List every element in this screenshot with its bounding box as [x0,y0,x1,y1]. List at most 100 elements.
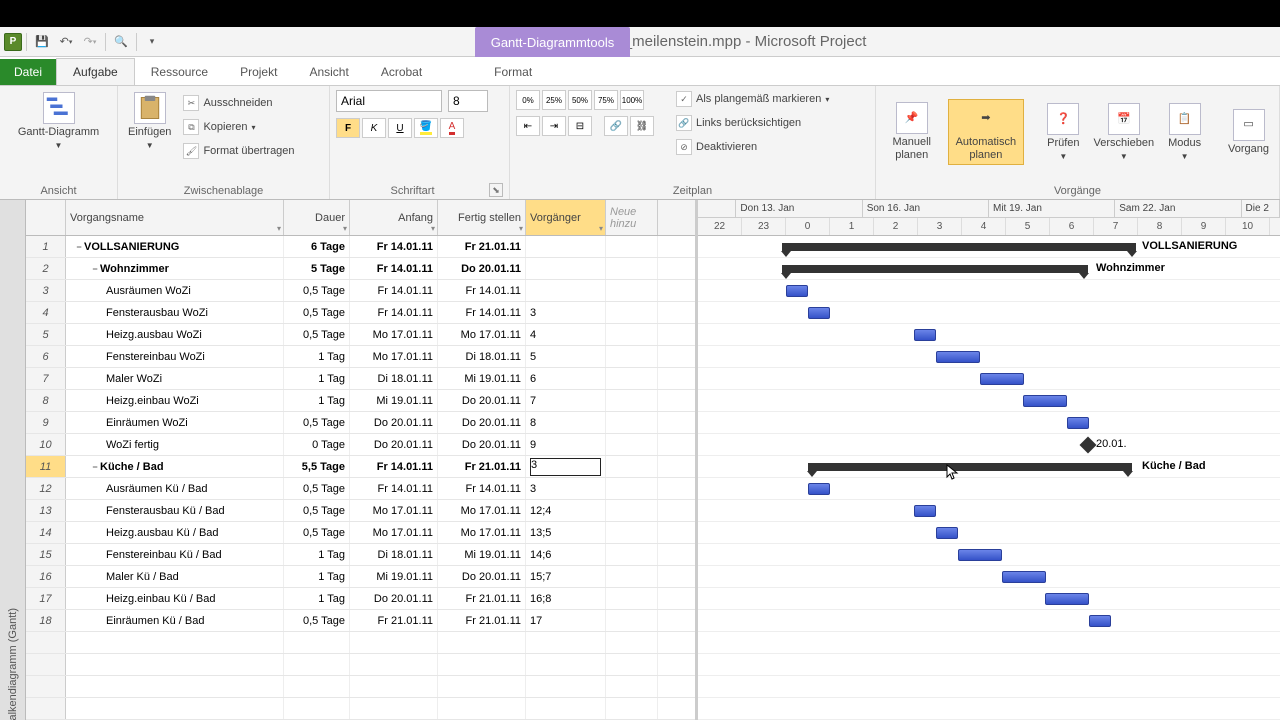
cell-name[interactable]: Heizg.einbau WoZi [66,390,284,411]
cell-dauer[interactable]: 5,5 Tage [284,456,350,477]
table-row[interactable]: 12 Ausräumen Kü / Bad0,5 TageFr 14.01.11… [26,478,695,500]
cut-button[interactable]: ✂Ausschneiden [181,94,296,112]
cell-name[interactable]: Heizg.ausbau WoZi [66,324,284,345]
tab-format[interactable]: Format [478,59,548,85]
cell-fertig[interactable]: Do 20.01.11 [438,412,526,433]
cell-anfang[interactable]: Fr 14.01.11 [350,258,438,279]
gantt-row[interactable]: 20.01. [698,434,1280,456]
task-bar[interactable] [914,505,936,517]
mode-button[interactable]: 📋Modus▼ [1164,101,1205,163]
cell-predecessor[interactable] [526,698,606,719]
cell-name[interactable]: Fensterausbau Kü / Bad [66,500,284,521]
cell-add-new[interactable] [606,522,658,543]
cell-name[interactable]: Heizg.einbau Kü / Bad [66,588,284,609]
cell-predecessor[interactable]: 16;8 [526,588,606,609]
table-row[interactable]: 18 Einräumen Kü / Bad0,5 TageFr 21.01.11… [26,610,695,632]
cell-dauer[interactable] [284,676,350,697]
gantt-row[interactable]: Wohnzimmer [698,258,1280,280]
row-number[interactable]: 1 [26,236,66,257]
cell-predecessor[interactable] [526,654,606,675]
cell-dauer[interactable] [284,654,350,675]
respect-links-button[interactable]: 🔗Links berücksichtigen [674,114,831,132]
print-preview-icon[interactable]: 🔍 [110,31,132,53]
cell-predecessor[interactable]: 17 [526,610,606,631]
table-row[interactable]: 3 Ausräumen WoZi0,5 TageFr 14.01.11Fr 14… [26,280,695,302]
cell-dauer[interactable]: 1 Tag [284,566,350,587]
cell-predecessor[interactable]: 14;6 [526,544,606,565]
cell-anfang[interactable]: Fr 14.01.11 [350,302,438,323]
row-number[interactable]: 16 [26,566,66,587]
cell-anfang[interactable]: Fr 21.01.11 [350,610,438,631]
cell-dauer[interactable]: 0,5 Tage [284,324,350,345]
col-predecessor[interactable]: Vorgänger▾ [526,200,606,235]
paste-button[interactable]: Einfügen ▼ [124,90,175,152]
outdent-button[interactable]: ⇤ [516,116,540,136]
cell-fertig[interactable] [438,654,526,675]
cell-predecessor[interactable]: 13;5 [526,522,606,543]
task-bar[interactable] [808,307,830,319]
cell-anfang[interactable]: Mi 19.01.11 [350,566,438,587]
cell-anfang[interactable]: Mo 17.01.11 [350,324,438,345]
cell-anfang[interactable]: Do 20.01.11 [350,434,438,455]
cell-name[interactable]: − VOLLSANIERUNG [66,236,284,257]
row-number[interactable]: 17 [26,588,66,609]
percent-75[interactable]: 75% [594,90,618,110]
gantt-view-button[interactable]: Gantt-Diagramm ▼ [6,90,111,152]
collapse-toggle-icon[interactable]: − [74,242,84,252]
cell-fertig[interactable]: Do 20.01.11 [438,258,526,279]
link-tasks-button[interactable]: 🔗 [604,116,628,136]
gantt-row[interactable] [698,632,1280,654]
gantt-row[interactable] [698,522,1280,544]
percent-0[interactable]: 0% [516,90,540,110]
predecessor-edit-input[interactable]: 3 [530,458,601,476]
cell-anfang[interactable] [350,676,438,697]
gantt-row[interactable] [698,544,1280,566]
format-painter-button[interactable]: 🖌Format übertragen [181,142,296,160]
task-bar[interactable] [1023,395,1067,407]
mark-on-track-button[interactable]: ✓Als plangemäß markieren▾ [674,90,831,108]
save-icon[interactable]: 💾 [31,31,53,53]
cell-predecessor[interactable]: 7 [526,390,606,411]
row-number[interactable]: 6 [26,346,66,367]
task-bar[interactable] [936,527,958,539]
cell-add-new[interactable] [606,368,658,389]
cell-add-new[interactable] [606,412,658,433]
task-bar[interactable] [980,373,1024,385]
cell-name[interactable]: Heizg.ausbau Kü / Bad [66,522,284,543]
table-row[interactable]: 9 Einräumen WoZi0,5 TageDo 20.01.11Do 20… [26,412,695,434]
table-row[interactable]: 10 WoZi fertig0 TageDo 20.01.11Do 20.01.… [26,434,695,456]
cell-name[interactable] [66,676,284,697]
cell-anfang[interactable]: Fr 14.01.11 [350,280,438,301]
cell-fertig[interactable] [438,676,526,697]
cell-add-new[interactable] [606,302,658,323]
cell-fertig[interactable]: Mi 19.01.11 [438,368,526,389]
cell-add-new[interactable] [606,544,658,565]
italic-button[interactable]: K [362,118,386,138]
cell-anfang[interactable] [350,654,438,675]
milestone-marker[interactable] [1080,437,1097,454]
gantt-row[interactable] [698,368,1280,390]
cell-add-new[interactable] [606,390,658,411]
undo-icon[interactable]: ↶▾ [55,31,77,53]
row-number[interactable]: 5 [26,324,66,345]
row-number[interactable] [26,654,66,675]
task-bar[interactable] [914,329,936,341]
cell-fertig[interactable]: Do 20.01.11 [438,566,526,587]
task-bar[interactable] [786,285,808,297]
gantt-row[interactable] [698,610,1280,632]
cell-fertig[interactable]: Fr 14.01.11 [438,280,526,301]
cell-dauer[interactable]: 6 Tage [284,236,350,257]
cell-fertig[interactable]: Fr 21.01.11 [438,588,526,609]
task-bar[interactable] [1045,593,1089,605]
cell-anfang[interactable]: Di 18.01.11 [350,368,438,389]
row-number[interactable]: 7 [26,368,66,389]
table-row[interactable]: 6 Fenstereinbau WoZi1 TagMo 17.01.11Di 1… [26,346,695,368]
cell-dauer[interactable] [284,698,350,719]
gantt-row[interactable] [698,654,1280,676]
percent-100[interactable]: 100% [620,90,644,110]
cell-predecessor[interactable] [526,236,606,257]
row-number[interactable]: 11 [26,456,66,477]
table-row[interactable]: 1− VOLLSANIERUNG6 TageFr 14.01.11Fr 21.0… [26,236,695,258]
cell-add-new[interactable] [606,478,658,499]
row-number[interactable]: 14 [26,522,66,543]
